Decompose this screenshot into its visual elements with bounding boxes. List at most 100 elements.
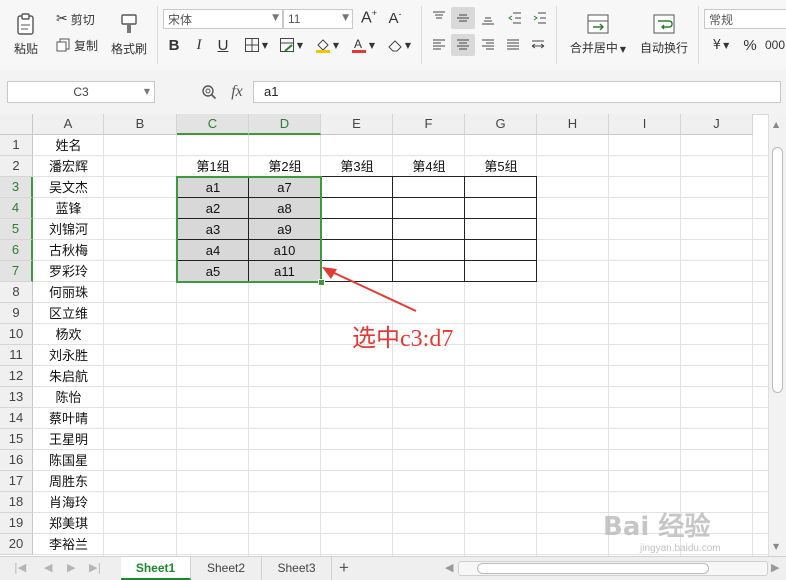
table-cell[interactable]: [465, 198, 537, 219]
last-sheet-icon[interactable]: ▶|: [89, 561, 101, 574]
column-header[interactable]: I: [609, 114, 681, 135]
format-painter-button[interactable]: 格式刷: [106, 8, 152, 60]
sheet-tab-2[interactable]: Sheet2: [191, 557, 262, 580]
row-header[interactable]: 4: [0, 198, 33, 219]
row-header[interactable]: 17: [0, 471, 33, 492]
name-cell[interactable]: 吴文杰: [33, 177, 104, 198]
table-cell[interactable]: [393, 240, 465, 261]
thousands-button[interactable]: 000: [764, 35, 786, 55]
table-cell[interactable]: [393, 198, 465, 219]
row-header[interactable]: 7: [0, 261, 33, 282]
copy-button[interactable]: 复制: [56, 36, 98, 54]
formula-input[interactable]: a1: [253, 81, 781, 103]
name-cell[interactable]: 蓝锋: [33, 198, 104, 219]
increase-font-button[interactable]: A+: [359, 8, 379, 28]
scroll-down-icon[interactable]: ▼: [773, 542, 779, 551]
decrease-font-button[interactable]: A-: [385, 8, 405, 28]
name-cell[interactable]: 刘锦河: [33, 219, 104, 240]
row-header[interactable]: 20: [0, 534, 33, 555]
name-cell[interactable]: 周胜东: [33, 471, 104, 492]
group-header-cell[interactable]: 第2组: [249, 156, 321, 177]
align-middle-button[interactable]: [451, 7, 475, 29]
name-cell[interactable]: 刘永胜: [33, 345, 104, 366]
table-cell[interactable]: [393, 219, 465, 240]
name-cell[interactable]: 杨欢: [33, 324, 104, 345]
column-header[interactable]: E: [321, 114, 393, 135]
tab-scroll-left-icon[interactable]: ◀: [445, 561, 453, 574]
fill-handle[interactable]: [318, 279, 325, 286]
row-header[interactable]: 11: [0, 345, 33, 366]
vertical-scroll-thumb[interactable]: [772, 147, 783, 393]
row-header[interactable]: 1: [0, 135, 33, 156]
column-header[interactable]: D: [249, 114, 321, 135]
table-cell[interactable]: [465, 240, 537, 261]
table-cell[interactable]: a1: [177, 177, 249, 198]
name-cell[interactable]: 何丽珠: [33, 282, 104, 303]
table-cell[interactable]: a11: [249, 261, 321, 282]
table-cell[interactable]: [465, 219, 537, 240]
justify-button[interactable]: [503, 35, 523, 55]
name-box[interactable]: C3 ▼: [7, 81, 155, 103]
column-header[interactable]: H: [537, 114, 609, 135]
group-header-cell[interactable]: 第4组: [393, 156, 465, 177]
table-cell[interactable]: [393, 261, 465, 282]
name-cell[interactable]: 罗彩玲: [33, 261, 104, 282]
font-size-select[interactable]: 11 ▼: [283, 9, 353, 29]
align-right-button[interactable]: [478, 35, 498, 55]
table-cell[interactable]: a8: [249, 198, 321, 219]
column-header[interactable]: F: [393, 114, 465, 135]
align-center-button[interactable]: [451, 34, 475, 56]
column-header[interactable]: C: [177, 114, 249, 135]
zoom-search-button[interactable]: [199, 82, 219, 102]
table-cell[interactable]: [465, 261, 537, 282]
table-cell[interactable]: [321, 240, 393, 261]
insert-function-button[interactable]: fx: [225, 82, 249, 102]
select-all-corner[interactable]: [0, 114, 33, 135]
column-header[interactable]: B: [104, 114, 177, 135]
row-header[interactable]: 10: [0, 324, 33, 345]
chevron-down-icon[interactable]: ▼: [144, 82, 150, 102]
bold-button[interactable]: B: [165, 35, 183, 55]
merge-center-button[interactable]: 合并居中 ▼: [566, 8, 630, 60]
next-sheet-icon[interactable]: ▶: [67, 561, 75, 574]
column-header[interactable]: G: [465, 114, 537, 135]
underline-button[interactable]: U: [214, 35, 232, 55]
name-cell[interactable]: 姓名: [33, 135, 104, 156]
scroll-up-icon[interactable]: ▲: [773, 120, 779, 129]
row-header[interactable]: 2: [0, 156, 33, 177]
name-cell[interactable]: 蔡叶晴: [33, 408, 104, 429]
row-header[interactable]: 12: [0, 366, 33, 387]
row-header[interactable]: 6: [0, 240, 33, 261]
row-header[interactable]: 19: [0, 513, 33, 534]
clear-button[interactable]: ▼: [384, 35, 414, 55]
number-format-select[interactable]: 常规: [704, 9, 786, 29]
sheet-tab-1[interactable]: Sheet1: [121, 557, 191, 580]
table-cell[interactable]: a9: [249, 219, 321, 240]
column-header[interactable]: A: [33, 114, 104, 135]
percent-button[interactable]: %: [741, 35, 759, 55]
name-cell[interactable]: 朱启航: [33, 366, 104, 387]
borders-button[interactable]: ▼: [241, 35, 271, 55]
sheet-tab-3[interactable]: Sheet3: [262, 557, 332, 580]
row-header[interactable]: 13: [0, 387, 33, 408]
column-header[interactable]: J: [681, 114, 753, 135]
increase-indent-button[interactable]: [530, 8, 550, 28]
row-header[interactable]: 18: [0, 492, 33, 513]
table-cell[interactable]: [321, 219, 393, 240]
name-cell[interactable]: 陈国星: [33, 450, 104, 471]
prev-sheet-icon[interactable]: ◀: [44, 561, 52, 574]
row-header[interactable]: 9: [0, 303, 33, 324]
table-cell[interactable]: a2: [177, 198, 249, 219]
group-header-cell[interactable]: 第5组: [465, 156, 537, 177]
paste-button[interactable]: 粘贴: [6, 8, 46, 60]
row-header[interactable]: 3: [0, 177, 33, 198]
row-header[interactable]: 14: [0, 408, 33, 429]
name-cell[interactable]: 潘宏辉: [33, 156, 104, 177]
align-top-button[interactable]: [429, 8, 449, 28]
group-header-cell[interactable]: 第3组: [321, 156, 393, 177]
horizontal-scrollbar[interactable]: [458, 561, 768, 576]
table-cell[interactable]: [321, 261, 393, 282]
table-cell[interactable]: [321, 177, 393, 198]
cell-style-button[interactable]: ▼: [276, 35, 306, 55]
wrap-text-button[interactable]: 自动换行: [636, 8, 692, 60]
